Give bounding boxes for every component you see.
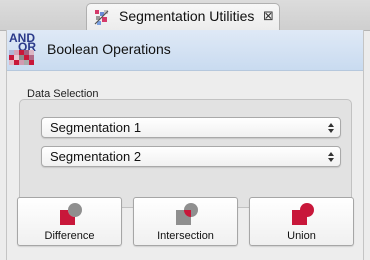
segmentation-2-select[interactable]: Segmentation 2	[41, 146, 341, 167]
updown-arrows-icon	[328, 152, 334, 162]
select-value: Segmentation 2	[50, 149, 142, 164]
view-tab-bar: Segmentation Utilities ⊠	[0, 0, 370, 31]
data-selection-group: Segmentation 1 Segmentation 2	[19, 99, 352, 208]
difference-label: Difference	[44, 230, 95, 242]
updown-arrows-icon	[328, 123, 334, 133]
difference-icon	[60, 203, 82, 225]
union-label: Union	[287, 230, 316, 242]
intersection-icon	[176, 203, 198, 225]
close-icon[interactable]: ⊠	[263, 9, 274, 23]
difference-button[interactable]: Difference	[17, 197, 122, 246]
tab-title: Segmentation Utilities	[119, 8, 255, 24]
segmentation-utilities-view: AND OR Boolean Operations Data Selection…	[6, 30, 364, 260]
union-button[interactable]: Union	[249, 197, 354, 246]
boolean-operations-title: Boolean Operations	[47, 41, 171, 57]
intersection-button[interactable]: Intersection	[133, 197, 238, 246]
boolean-operations-header: AND OR Boolean Operations	[7, 30, 363, 71]
tab-segmentation-utilities[interactable]: Segmentation Utilities ⊠	[86, 3, 280, 30]
boolean-operations-logo-icon: AND OR	[9, 32, 45, 68]
segmentation-utilities-icon	[94, 10, 109, 25]
segmentation-1-select[interactable]: Segmentation 1	[41, 117, 341, 138]
select-value: Segmentation 1	[50, 120, 142, 135]
union-icon	[292, 203, 314, 225]
intersection-label: Intersection	[157, 230, 214, 242]
